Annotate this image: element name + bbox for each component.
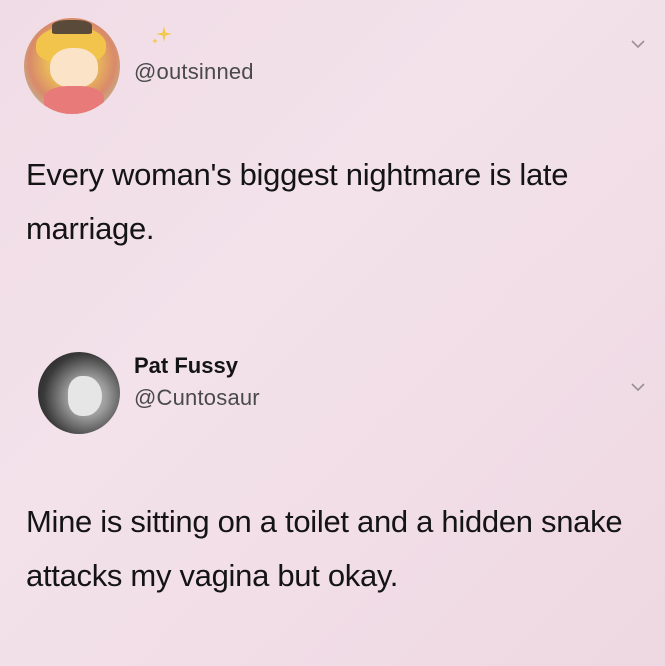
chevron-down-icon[interactable]: [630, 381, 646, 393]
avatar-hat: [52, 20, 92, 34]
user-avatar[interactable]: [38, 352, 120, 434]
tweet-original[interactable]: @outsinned Every woman's biggest nightma…: [0, 0, 665, 300]
avatar-face: [50, 48, 98, 88]
tweet-text: Mine is sitting on a toilet and a hidden…: [26, 504, 623, 593]
tweet-text: Every woman's biggest nightmare is late …: [26, 157, 569, 246]
username-handle[interactable]: @Cuntosaur: [134, 385, 260, 411]
user-avatar[interactable]: [24, 18, 120, 114]
chevron-down-icon[interactable]: [630, 38, 646, 50]
tweet-reply[interactable]: Pat Fussy @Cuntosaur Mine is sitting on …: [0, 340, 665, 666]
avatar-body: [44, 86, 104, 114]
avatar-photo-subject: [68, 376, 102, 416]
username-handle[interactable]: @outsinned: [134, 59, 254, 85]
display-name[interactable]: Pat Fussy: [134, 353, 238, 379]
sparkle-icon: [152, 26, 172, 44]
